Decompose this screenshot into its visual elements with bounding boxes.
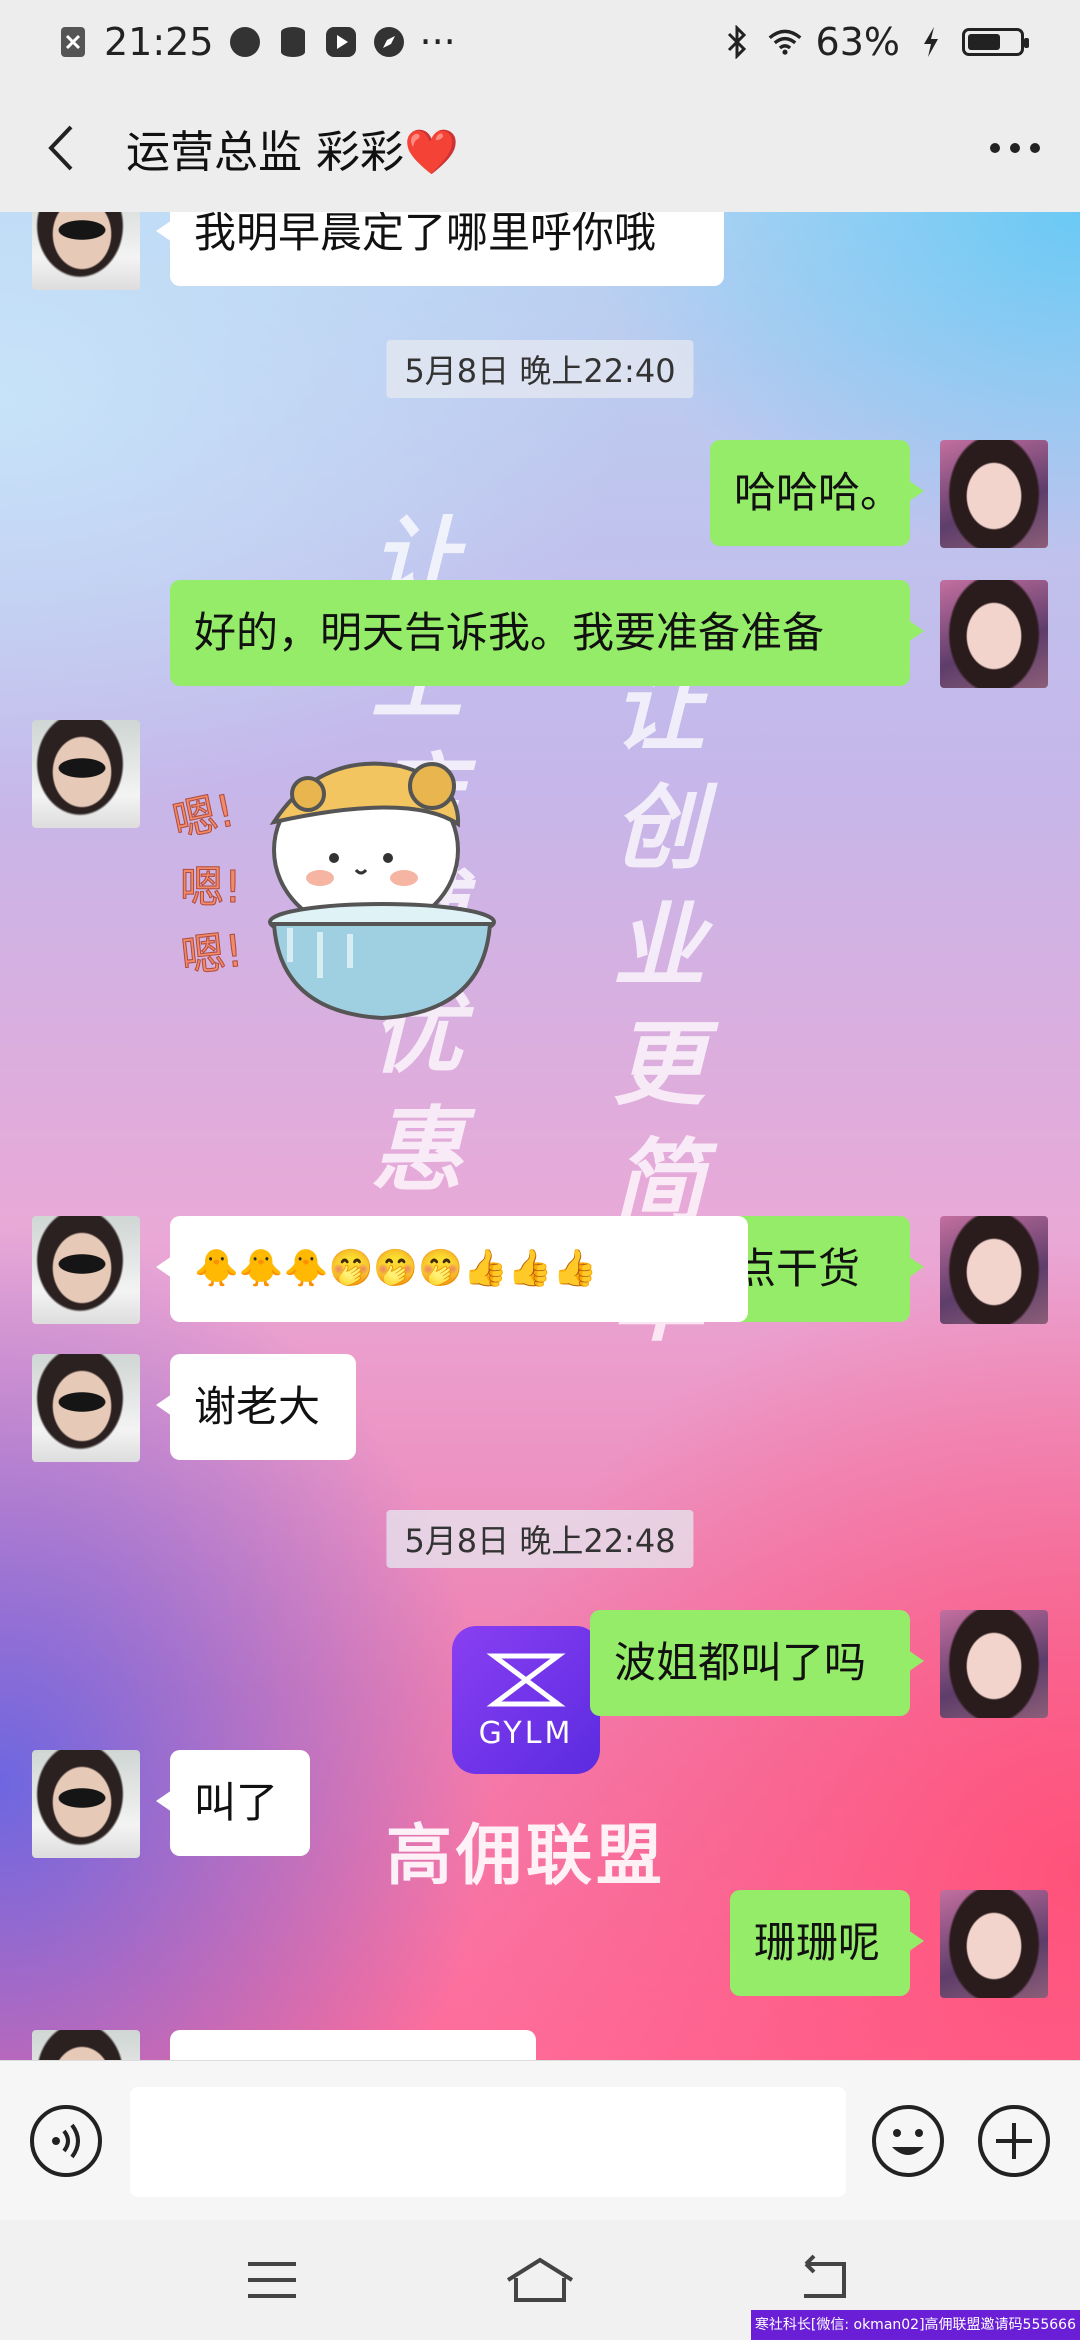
bear-in-bathtub-icon: 嗯! 嗯! 嗯!	[168, 761, 496, 1021]
app-icon	[228, 25, 262, 59]
my-avatar[interactable]	[940, 1890, 1048, 1998]
emoji-button[interactable]	[870, 2103, 946, 2179]
message-bubble-in[interactable]: 叫了	[156, 1750, 310, 1856]
chat-area[interactable]: 让上店铺优惠 让创业更简单 GYLM 高佣联盟 我明早晨定了哪里呼你哦 5月8日…	[0, 212, 1080, 2060]
logo-text: GYLM	[478, 1715, 574, 1751]
contact-avatar[interactable]	[32, 1750, 140, 1858]
my-avatar[interactable]	[940, 580, 1048, 688]
system-nav-bar: 寒社科长[微信: okman02]高佣联盟邀请码555666	[0, 2220, 1080, 2340]
contact-avatar[interactable]	[32, 1216, 140, 1324]
footer-watermark: 寒社科长[微信: okman02]高佣联盟邀请码555666	[750, 2310, 1080, 2340]
contact-avatar[interactable]	[32, 212, 140, 290]
status-left: 21:25 ···	[56, 20, 456, 64]
contact-avatar[interactable]	[32, 720, 140, 828]
home-button[interactable]	[500, 2248, 580, 2312]
message-bubble-in[interactable]: 谢老大	[156, 1354, 356, 1460]
message-input[interactable]	[130, 2087, 846, 2197]
compass-icon	[372, 25, 406, 59]
status-time: 21:25	[104, 20, 214, 64]
brand-name: 高佣联盟	[386, 1817, 666, 1894]
play-icon	[324, 25, 358, 59]
battery-icon	[962, 28, 1029, 56]
chat-header: 运营总监 彩彩❤️	[0, 84, 1080, 212]
back-icon	[804, 2254, 846, 2298]
plus-button[interactable]	[976, 2103, 1052, 2179]
menu-button[interactable]	[232, 2248, 312, 2312]
my-avatar[interactable]	[940, 440, 1048, 548]
home-icon	[506, 2257, 574, 2302]
message-bubble-in[interactable]: 我明早晨定了哪里呼你哦	[156, 212, 724, 286]
status-more: ···	[419, 20, 456, 64]
message-bubble-out[interactable]: 哈哈哈。	[710, 440, 924, 546]
back-nav-button[interactable]	[784, 2248, 864, 2312]
my-avatar[interactable]	[940, 1216, 1048, 1324]
sticker-text-1: 嗯!	[170, 785, 239, 848]
wifi-icon	[768, 25, 802, 59]
status-bar: 21:25 ··· 63%	[0, 0, 1080, 84]
message-bubble-in[interactable]: 🐥🐥🐥🤭🤭🤭👍👍👍	[156, 1216, 748, 1322]
ellipsis-icon	[990, 143, 1040, 153]
notification-icon	[56, 25, 90, 59]
chat-title: 运营总监 彩彩❤️	[126, 127, 459, 178]
my-avatar[interactable]	[940, 1610, 1048, 1718]
timestamp: 5月8日 晚上22:48	[386, 1510, 694, 1568]
gylm-logo: GYLM	[452, 1626, 600, 1774]
bluetooth-icon	[720, 25, 754, 59]
message-bubble-in[interactable]	[170, 2030, 536, 2060]
message-bubble-out[interactable]: 好的，明天告诉我。我要准备准备	[170, 580, 924, 686]
message-bubble-out[interactable]: 珊珊呢	[730, 1890, 924, 1996]
battery-level	[968, 34, 1000, 50]
contact-avatar[interactable]	[32, 2030, 140, 2060]
status-right: 63%	[720, 20, 1029, 64]
sticker-text-2: 嗯!	[180, 862, 242, 913]
gylm-logo-mark	[486, 1653, 566, 1706]
input-bar	[0, 2060, 1080, 2221]
more-button[interactable]	[980, 118, 1050, 178]
plus-icon	[978, 2105, 1050, 2177]
database-icon	[276, 25, 310, 59]
back-button[interactable]	[30, 118, 90, 178]
contact-avatar[interactable]	[32, 1354, 140, 1462]
sticker-message[interactable]: 嗯! 嗯! 嗯!	[168, 732, 500, 1052]
chevron-left-icon	[48, 125, 73, 171]
menu-icon	[248, 2262, 296, 2298]
battery-percent: 63%	[815, 20, 900, 64]
sticker-text-3: 嗯!	[179, 926, 246, 983]
charging-icon	[914, 25, 948, 59]
message-bubble-out[interactable]: 波姐都叫了吗	[590, 1610, 924, 1716]
emoji-icon	[872, 2105, 944, 2177]
timestamp: 5月8日 晚上22:40	[386, 340, 694, 398]
voice-button[interactable]	[28, 2103, 104, 2179]
voice-icon	[30, 2105, 102, 2177]
